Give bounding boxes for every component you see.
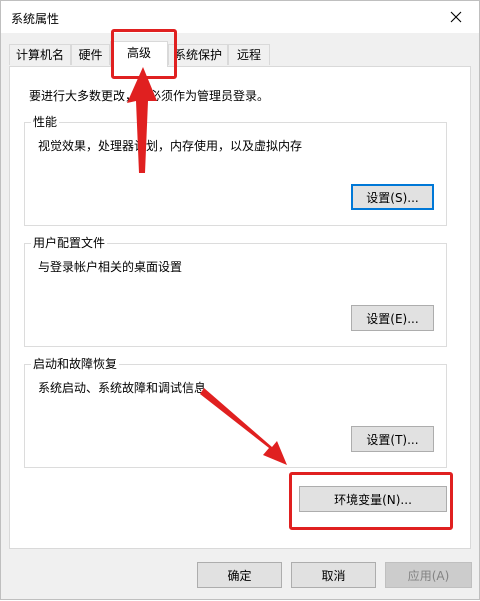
tab-advanced[interactable]: 高级 [110,41,168,67]
tab-computer-name[interactable]: 计算机名 [9,44,71,65]
startup-recovery-settings-button[interactable]: 设置(T)... [351,426,434,452]
performance-label: 性能 [31,115,60,129]
ok-button[interactable]: 确定 [197,562,282,588]
performance-group: 性能 视觉效果，处理器计划，内存使用，以及虚拟内存 [24,115,447,226]
system-properties-window: 系统属性 计算机名 硬件 高级 系统保护 远程 要进行大多数更改，你必须作为管理… [0,0,480,600]
admin-note: 要进行大多数更改，你必须作为管理员登录。 [29,89,270,103]
tab-system-protection[interactable]: 系统保护 [168,44,228,65]
user-profiles-settings-button[interactable]: 设置(E)... [351,305,434,331]
startup-recovery-group: 启动和故障恢复 系统启动、系统故障和调试信息 [24,357,447,468]
tab-remote[interactable]: 远程 [228,44,270,65]
startup-recovery-description: 系统启动、系统故障和调试信息 [38,381,207,395]
environment-variables-button[interactable]: 环境变量(N)... [299,486,447,512]
close-icon [450,11,462,23]
apply-button[interactable]: 应用(A) [385,562,472,588]
performance-description: 视觉效果，处理器计划，内存使用，以及虚拟内存 [38,139,303,153]
user-profiles-group: 用户配置文件 与登录帐户相关的桌面设置 [24,236,447,347]
cancel-button[interactable]: 取消 [291,562,376,588]
performance-settings-button[interactable]: 设置(S)... [351,184,434,210]
tab-hardware[interactable]: 硬件 [71,44,110,65]
user-profiles-description: 与登录帐户相关的桌面设置 [38,260,183,274]
close-button[interactable] [433,1,479,33]
window-title: 系统属性 [11,12,60,26]
startup-recovery-label: 启动和故障恢复 [31,357,120,371]
user-profiles-label: 用户配置文件 [31,236,108,250]
title-bar[interactable]: 系统属性 [1,1,479,33]
